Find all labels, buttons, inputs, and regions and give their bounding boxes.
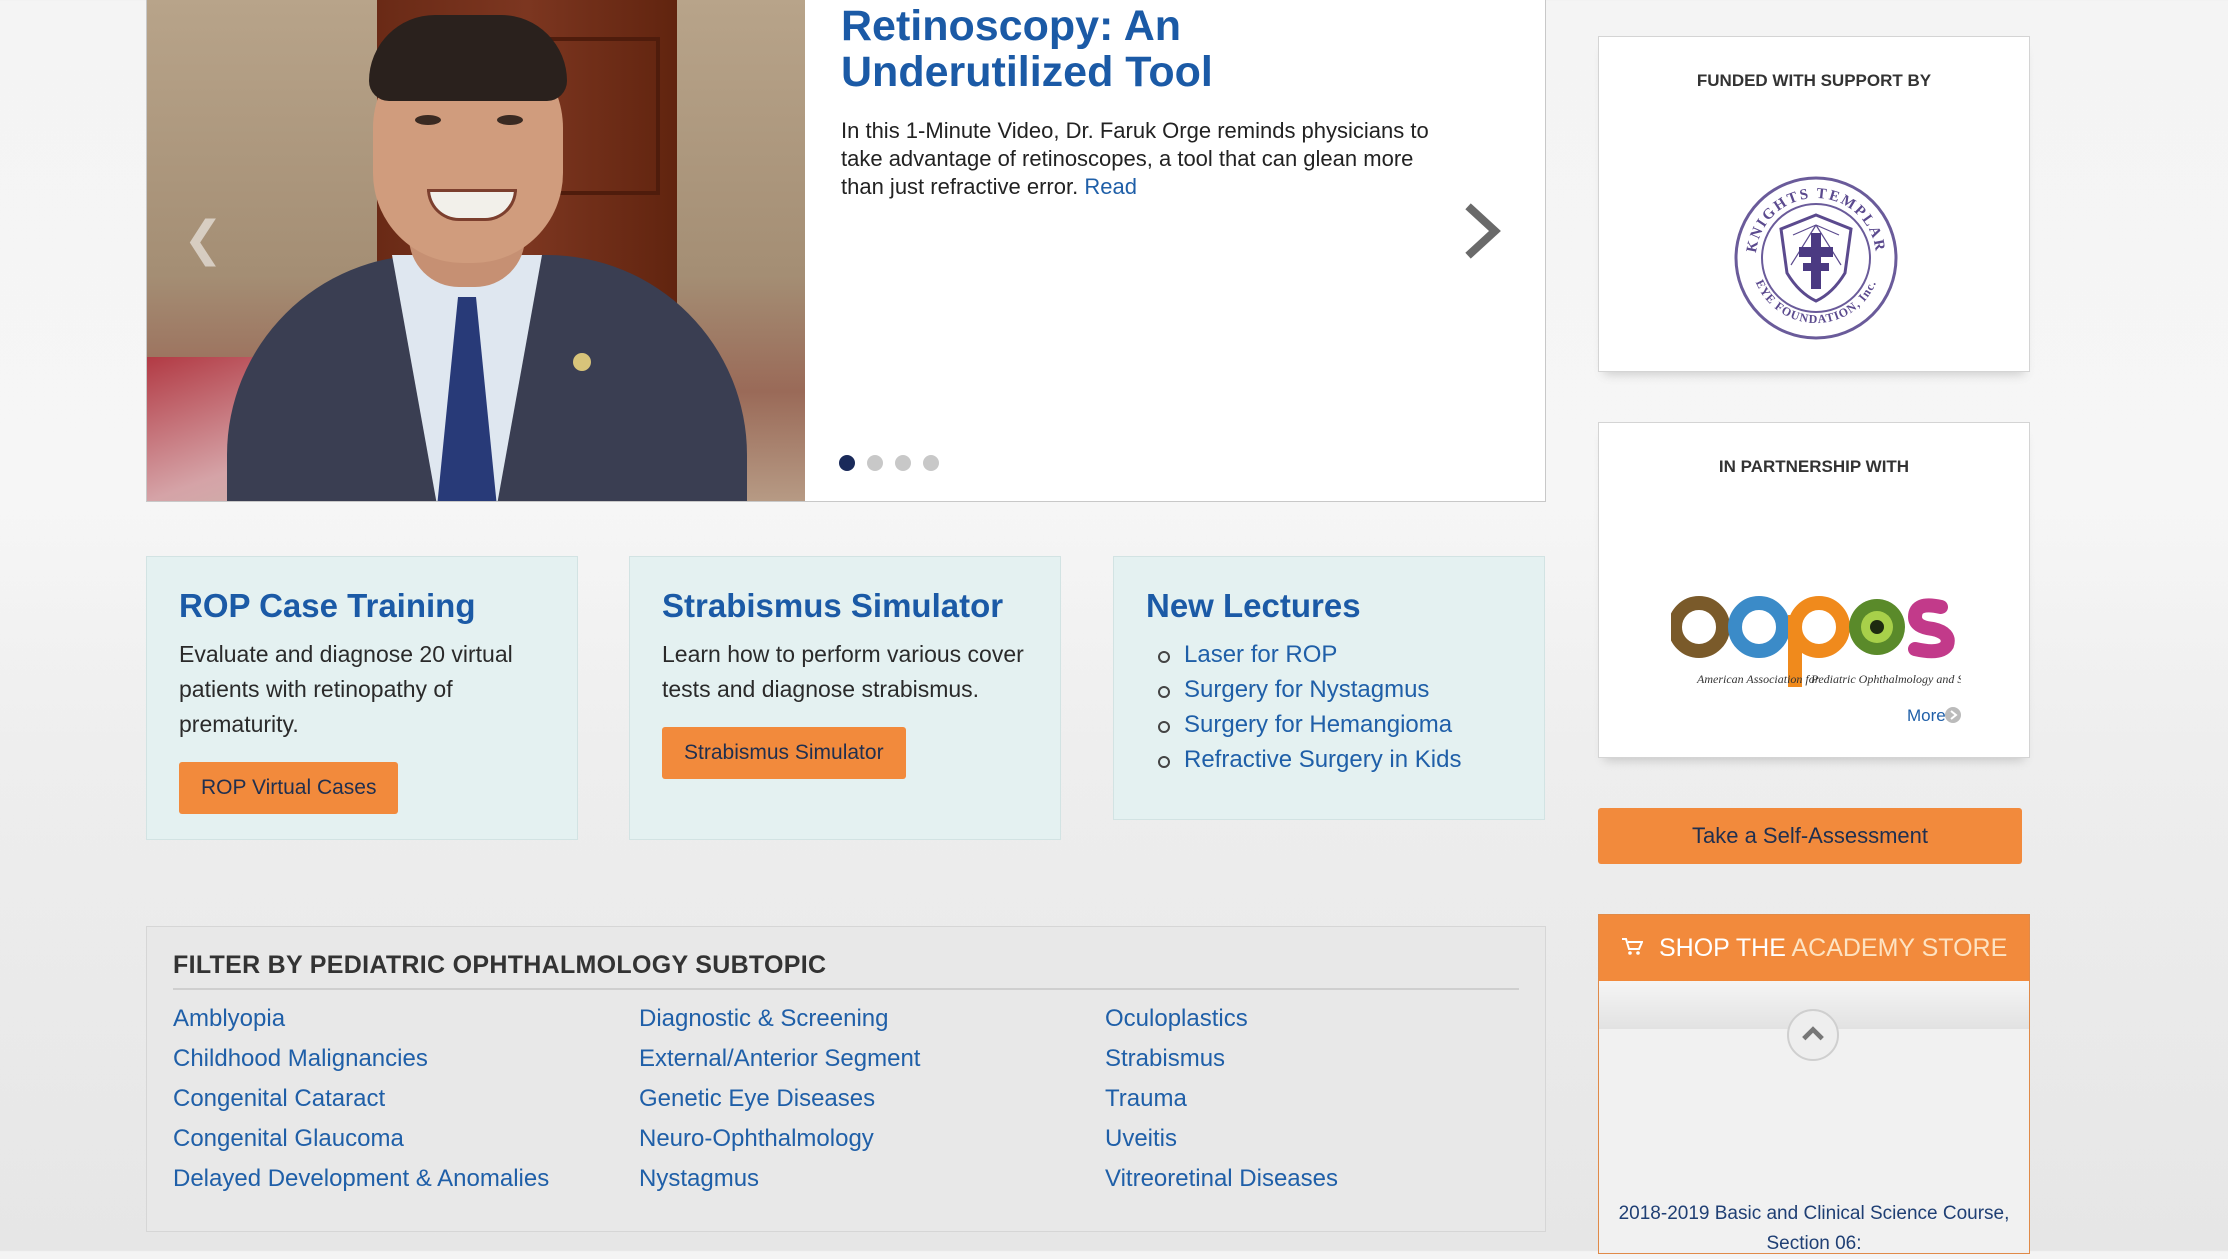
feature-rop-case-training: ROP Case Training Evaluate and diagnose … [146, 556, 578, 840]
store-item-title[interactable]: 2018-2019 Basic and Clinical Science Cou… [1599, 1199, 2029, 1259]
carousel-dot-2[interactable] [867, 455, 883, 471]
feature-title[interactable]: New Lectures [1146, 587, 1512, 625]
filter-title: FILTER BY PEDIATRIC OPHTHALMOLOGY SUBTOP… [173, 951, 1519, 990]
partnership-box: IN PARTNERSHIP WITH American Association… [1598, 422, 2030, 758]
lecture-list: Laser for ROP Surgery for Nystagmus Surg… [1146, 637, 1512, 777]
partner-caption: IN PARTNERSHIP WITH [1718, 457, 1910, 476]
carousel-dot-3[interactable] [895, 455, 911, 471]
take-self-assessment-button[interactable]: Take a Self-Assessment [1598, 808, 2022, 864]
knights-templar-logo[interactable]: KNIGHTS TEMPLAR EYE FOUNDATION, Inc. [1733, 175, 1899, 341]
filter-column-1: Amblyopia Childhood Malignancies Congeni… [173, 999, 549, 1199]
filter-column-2: Diagnostic & Screening External/Anterior… [639, 999, 920, 1199]
carousel-dot-4[interactable] [923, 455, 939, 471]
funded-by-box: FUNDED WITH SUPPORT BY KNIGHTS TEMPLAR E… [1598, 36, 2030, 372]
feature-new-lectures: New Lectures Laser for ROP Surgery for N… [1113, 556, 1545, 820]
funded-caption: FUNDED WITH SUPPORT BY [1696, 71, 1932, 90]
filter-link[interactable]: Childhood Malignancies [173, 1045, 428, 1072]
feature-text: Evaluate and diagnose 20 virtual patient… [179, 641, 513, 737]
hero-read-link[interactable]: Read [1084, 174, 1137, 199]
feature-title[interactable]: Strabismus Simulator [662, 587, 1028, 625]
subtopic-filter: FILTER BY PEDIATRIC OPHTHALMOLOGY SUBTOP… [146, 926, 1546, 1232]
partner-more-link: More [1907, 706, 1946, 725]
filter-link[interactable]: Oculoplastics [1105, 1005, 1248, 1032]
filter-link[interactable]: External/Anterior Segment [639, 1045, 920, 1072]
aapos-sub-right: Pediatric Ophthalmology and Strabismus [1810, 672, 1961, 686]
filter-link[interactable]: Congenital Glaucoma [173, 1125, 404, 1152]
academy-store-box: SHOP THE ACADEMY STORE 2018-2019 Basic a… [1598, 914, 2030, 1254]
hero-text: Retinoscopy: An Underutilized Tool In th… [841, 3, 1461, 201]
hero-description: In this 1-Minute Video, Dr. Faruk Orge r… [841, 118, 1429, 199]
aapos-sub-left: American Association for [1696, 672, 1820, 686]
circle-arrow-icon [1945, 707, 1961, 723]
filter-link[interactable]: Trauma [1105, 1085, 1187, 1112]
filter-column-3: Oculoplastics Strabismus Trauma Uveitis … [1105, 999, 1338, 1199]
feature-title[interactable]: ROP Case Training [179, 587, 545, 625]
feature-text: Learn how to perform various cover tests… [662, 641, 1024, 702]
chevron-left-icon[interactable]: ❮ [183, 211, 223, 267]
chevron-right-icon[interactable] [1463, 203, 1503, 259]
strabismus-simulator-button[interactable]: Strabismus Simulator [662, 727, 906, 779]
filter-link[interactable]: Diagnostic & Screening [639, 1005, 888, 1032]
cart-icon [1622, 938, 1643, 955]
list-item[interactable]: Surgery for Hemangioma [1158, 707, 1512, 742]
list-item[interactable]: Laser for ROP [1158, 637, 1512, 672]
aapos-logo[interactable]: American Association for Pediatric Ophth… [1671, 593, 1961, 733]
filter-link[interactable]: Congenital Cataract [173, 1085, 385, 1112]
store-header[interactable]: SHOP THE ACADEMY STORE [1599, 915, 2029, 981]
hero-carousel: ❮ Retinoscopy: An Underutilized Tool In … [146, 0, 1546, 502]
hero-title[interactable]: Retinoscopy: An Underutilized Tool [841, 3, 1461, 95]
list-item[interactable]: Refractive Surgery in Kids [1158, 742, 1512, 777]
carousel-dot-1[interactable] [839, 455, 855, 471]
filter-link[interactable]: Delayed Development & Anomalies [173, 1165, 549, 1192]
hero-photo[interactable]: ❮ [147, 0, 805, 501]
chevron-up-icon[interactable] [1787, 1009, 1839, 1061]
filter-link[interactable]: Strabismus [1105, 1045, 1225, 1072]
list-item[interactable]: Surgery for Nystagmus [1158, 672, 1512, 707]
filter-link[interactable]: Genetic Eye Diseases [639, 1085, 875, 1112]
feature-strabismus-simulator: Strabismus Simulator Learn how to perfor… [629, 556, 1061, 840]
filter-link[interactable]: Vitreoretinal Diseases [1105, 1165, 1338, 1192]
filter-link[interactable]: Amblyopia [173, 1005, 285, 1032]
filter-link[interactable]: Nystagmus [639, 1165, 759, 1192]
filter-link[interactable]: Neuro-Ophthalmology [639, 1125, 874, 1152]
carousel-dots [839, 455, 939, 471]
rop-virtual-cases-button[interactable]: ROP Virtual Cases [179, 762, 399, 814]
filter-link[interactable]: Uveitis [1105, 1125, 1177, 1152]
